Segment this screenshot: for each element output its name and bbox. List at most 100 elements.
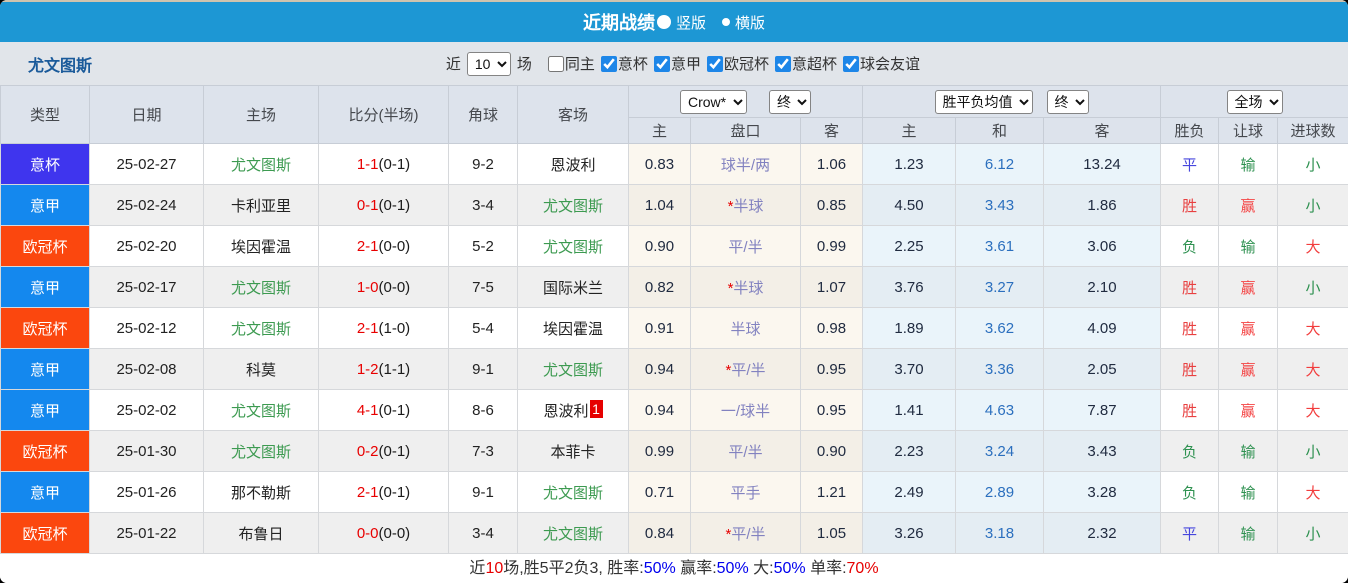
result-handicap: 输 <box>1218 430 1279 472</box>
handicap-line: 平手 <box>690 471 801 513</box>
col-header-corner: 角球 <box>448 85 518 144</box>
match-type-badge: 意甲 <box>0 266 90 308</box>
vertical-layout-radio[interactable] <box>656 15 671 29</box>
result-goals: 大 <box>1277 225 1348 267</box>
filter-checkbox-same-home[interactable] <box>547 55 564 72</box>
home-odds: 0.71 <box>628 471 691 513</box>
away-team: 尤文图斯 <box>517 184 629 226</box>
horizontal-layout-label: 横版 <box>735 14 766 32</box>
filter-checkbox-champions-league[interactable] <box>706 55 723 72</box>
title-bar: 近期战绩 竖版 横版 <box>0 2 1348 42</box>
match-date: 25-02-12 <box>89 307 204 349</box>
team-name: 尤文图斯 <box>28 57 93 75</box>
away-team: 尤文图斯 <box>517 348 629 390</box>
away-odds: 1.05 <box>800 512 863 554</box>
filter-checkbox-club-friendly[interactable] <box>842 55 859 72</box>
result-wdl: 负 <box>1160 430 1220 472</box>
result-handicap: 输 <box>1218 225 1279 267</box>
table-row: 意甲 25-02-02 尤文图斯 4-1(0-1) 8-6 恩波利 1 0.94 一/球半 0.9… <box>0 389 1348 431</box>
match-date: 25-01-22 <box>89 512 204 554</box>
match-count-select[interactable]: 10 <box>466 51 511 76</box>
avg-draw-odds: 6.12 <box>955 143 1044 185</box>
horizontal-layout-radio[interactable] <box>722 18 730 26</box>
subheader-avg-home: 主 <box>862 117 956 144</box>
col-header-score: 比分(半场) <box>318 85 449 144</box>
avg-away-odds: 2.10 <box>1042 266 1162 308</box>
avg-home-odds: 3.70 <box>862 348 956 390</box>
table-row: 意杯 25-02-27 尤文图斯 1-1(0-1) 9-2 恩波利 0.83 球半/两 1.06… <box>0 143 1348 185</box>
col-header-home: 主场 <box>203 85 319 144</box>
result-goals: 小 <box>1277 266 1348 308</box>
fulltime-select[interactable]: 全场 <box>1226 89 1283 114</box>
away-badge: 1 <box>589 399 603 418</box>
col-header-date: 日期 <box>89 85 204 144</box>
filter-checkbox-label-coppa-italia: 意杯 <box>617 56 648 73</box>
avg-odds-select[interactable]: 胜平负均值 <box>934 89 1033 114</box>
subheader-result-wdl: 胜负 <box>1160 117 1220 144</box>
home-odds: 0.91 <box>628 307 691 349</box>
match-score: 1-0(0-0) <box>318 266 449 308</box>
match-score: 2-1(0-1) <box>318 471 449 513</box>
summary-segment: 场,胜5平2负3, 胜率: <box>503 560 644 577</box>
avg-draw-odds: 3.27 <box>955 266 1044 308</box>
matches-label: 场 <box>516 56 532 73</box>
filter-checkbox-coppa-italia[interactable] <box>600 55 617 72</box>
table-row: 意甲 25-02-08 科莫 1-2(1-1) 9-1 尤文图斯 0.94 *平/半 0.95 3… <box>0 348 1348 390</box>
subheader-odds-home: 主 <box>628 117 691 144</box>
away-team: 国际米兰 <box>517 266 629 308</box>
handicap-line: 一/球半 <box>690 389 801 431</box>
result-handicap: 输 <box>1218 143 1279 185</box>
match-date: 25-02-08 <box>89 348 204 390</box>
result-goals: 大 <box>1277 389 1348 431</box>
away-odds: 0.99 <box>800 225 863 267</box>
match-score: 0-0(0-0) <box>318 512 449 554</box>
away-odds: 1.07 <box>800 266 863 308</box>
avg-home-odds: 3.76 <box>862 266 956 308</box>
summary-segment: 赢率: <box>675 560 717 577</box>
table-body: 意杯 25-02-27 尤文图斯 1-1(0-1) 9-2 恩波利 0.83 球半/两 1.06… <box>0 143 1348 554</box>
col-header-away: 客场 <box>517 85 629 144</box>
avg-draw-odds: 3.43 <box>955 184 1044 226</box>
filter-checkbox-super-cup[interactable] <box>774 55 791 72</box>
odds-time-select[interactable]: 终 <box>769 89 811 114</box>
page-title: 近期战绩 <box>582 13 655 33</box>
match-score: 0-1(0-1) <box>318 184 449 226</box>
table-row: 欧冠杯 25-02-12 尤文图斯 2-1(1-0) 5-4 埃因霍温 0.91 半球 0.98… <box>0 307 1348 349</box>
away-odds: 0.85 <box>800 184 863 226</box>
avg-time-select[interactable]: 终 <box>1046 89 1089 114</box>
avg-home-odds: 4.50 <box>862 184 956 226</box>
subheader-avg-away: 客 <box>1042 117 1162 144</box>
result-wdl: 负 <box>1160 471 1220 513</box>
result-wdl: 胜 <box>1160 389 1220 431</box>
vertical-layout-label: 竖版 <box>675 14 706 32</box>
filter-checkbox-label-same-home: 同主 <box>564 56 595 73</box>
avg-draw-odds: 4.63 <box>955 389 1044 431</box>
avg-home-odds: 1.89 <box>862 307 956 349</box>
subheader-result-goals: 进球数 <box>1277 117 1348 144</box>
result-wdl: 负 <box>1160 225 1220 267</box>
table-row: 意甲 25-02-17 尤文图斯 1-0(0-0) 7-5 国际米兰 0.82 *半球 1.07… <box>0 266 1348 308</box>
home-team: 埃因霍温 <box>203 225 319 267</box>
subheader-handicap: 盘口 <box>690 117 801 144</box>
home-team: 尤文图斯 <box>203 266 319 308</box>
bookmaker-select[interactable]: Crow* <box>680 89 747 114</box>
summary-segment: 单率: <box>805 560 847 577</box>
filter-checkbox-label-super-cup: 意超杯 <box>791 56 837 73</box>
summary-segment: 50% <box>716 560 749 577</box>
results-table: 类型 日期 主场 比分(半场) 角球 客场 Crow* 终 胜平负均值 终 全场… <box>0 85 1348 554</box>
corner-count: 5-4 <box>448 307 518 349</box>
match-date: 25-01-26 <box>89 471 204 513</box>
summary-segment: 大: <box>748 560 774 577</box>
filter-checkbox-serie-a[interactable] <box>653 55 670 72</box>
result-handicap: 赢 <box>1218 266 1279 308</box>
result-wdl: 平 <box>1160 143 1220 185</box>
result-handicap: 输 <box>1218 471 1279 513</box>
match-score: 1-2(1-1) <box>318 348 449 390</box>
avg-home-odds: 2.25 <box>862 225 956 267</box>
handicap-line: *平/半 <box>690 512 801 554</box>
recent-label: 近 <box>445 56 461 73</box>
avg-home-odds: 3.26 <box>862 512 956 554</box>
avg-home-odds: 1.23 <box>862 143 956 185</box>
subheader-odds-away: 客 <box>800 117 863 144</box>
corner-count: 9-1 <box>448 348 518 390</box>
